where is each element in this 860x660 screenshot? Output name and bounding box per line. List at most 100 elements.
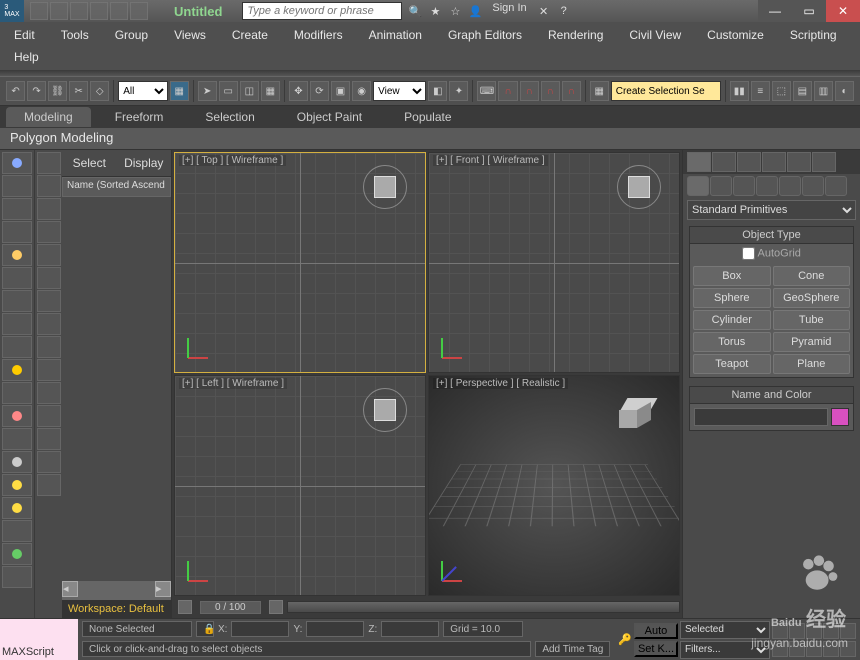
tool-grid[interactable] bbox=[2, 520, 32, 542]
move-button[interactable]: ✥ bbox=[289, 81, 308, 101]
tool-cone[interactable] bbox=[2, 451, 32, 473]
tool2-k[interactable] bbox=[37, 382, 61, 404]
keyboard-shortcut-button[interactable]: ⌨ bbox=[477, 81, 496, 101]
btn-teapot[interactable]: Teapot bbox=[693, 354, 771, 374]
scene-tab-select[interactable]: Select bbox=[62, 150, 117, 176]
viewport-perspective[interactable]: [+] [ Perspective ] [ Realistic ] bbox=[428, 375, 680, 596]
menu-edit[interactable]: Edit bbox=[8, 24, 41, 46]
sub-cameras[interactable] bbox=[756, 176, 778, 196]
tool-light[interactable] bbox=[2, 244, 32, 266]
workspace-label[interactable]: Workspace: Default bbox=[62, 599, 171, 618]
scene-list-header[interactable]: Name (Sorted Ascend bbox=[62, 177, 171, 197]
viewcube-left[interactable] bbox=[363, 388, 407, 432]
search-icon[interactable]: 🔍 bbox=[406, 2, 424, 20]
ref-coord-dropdown[interactable]: View bbox=[373, 81, 426, 101]
save-file-icon[interactable] bbox=[70, 2, 88, 20]
select-region-button[interactable]: ◫ bbox=[240, 81, 259, 101]
y-input[interactable] bbox=[306, 621, 364, 637]
bind-button[interactable]: ◇ bbox=[90, 81, 109, 101]
tool-material[interactable] bbox=[2, 221, 32, 243]
material-editor-button[interactable]: ◐ bbox=[835, 81, 854, 101]
cmd-motion-tab[interactable] bbox=[762, 152, 786, 172]
tool2-e[interactable] bbox=[37, 244, 61, 266]
tool-bone[interactable] bbox=[2, 290, 32, 312]
menu-help[interactable]: Help bbox=[8, 46, 45, 68]
tool-particles[interactable] bbox=[2, 336, 32, 358]
cmd-utilities-tab[interactable] bbox=[812, 152, 836, 172]
menu-scripting[interactable]: Scripting bbox=[784, 24, 843, 46]
btn-geosphere[interactable]: GeoSphere bbox=[773, 288, 851, 308]
undo-icon[interactable] bbox=[90, 2, 108, 20]
object-name-input[interactable] bbox=[694, 408, 828, 426]
cmd-create-tab[interactable] bbox=[687, 152, 711, 172]
tool2-d[interactable] bbox=[37, 221, 61, 243]
select-by-name-button[interactable]: ▭ bbox=[219, 81, 238, 101]
tool2-f[interactable] bbox=[37, 267, 61, 289]
ribbon-tab-selection[interactable]: Selection bbox=[187, 107, 272, 127]
tool2-g[interactable] bbox=[37, 290, 61, 312]
btn-sphere[interactable]: Sphere bbox=[693, 288, 771, 308]
help-search-input[interactable] bbox=[242, 2, 402, 20]
menu-tools[interactable]: Tools bbox=[55, 24, 95, 46]
minimize-button[interactable]: — bbox=[758, 0, 792, 22]
menu-modifiers[interactable]: Modifiers bbox=[288, 24, 349, 46]
percent-snap-button[interactable]: ∩ bbox=[541, 81, 560, 101]
ribbon-tab-modeling[interactable]: Modeling bbox=[6, 107, 91, 127]
tool2-o[interactable] bbox=[37, 474, 61, 496]
menu-create[interactable]: Create bbox=[226, 24, 274, 46]
close-button[interactable]: ✕ bbox=[826, 0, 860, 22]
time-tag-button[interactable]: Add Time Tag bbox=[535, 641, 610, 657]
tool2-n[interactable] bbox=[37, 451, 61, 473]
setkey-button[interactable]: Set K... bbox=[634, 641, 678, 657]
primitive-dropdown[interactable]: Standard Primitives bbox=[687, 200, 856, 220]
schematic-view-button[interactable]: ▥ bbox=[814, 81, 833, 101]
viewcube-front[interactable] bbox=[617, 165, 661, 209]
tool2-l[interactable] bbox=[37, 405, 61, 427]
menu-civil-view[interactable]: Civil View bbox=[623, 24, 687, 46]
btn-cone[interactable]: Cone bbox=[773, 266, 851, 286]
align-button[interactable]: ≡ bbox=[751, 81, 770, 101]
scroll-right[interactable]: ▸ bbox=[155, 581, 171, 597]
tool-brush[interactable] bbox=[2, 175, 32, 197]
tool2-a[interactable] bbox=[37, 152, 61, 174]
viewport-top-label[interactable]: [+] [ Top ] [ Wireframe ] bbox=[179, 155, 286, 166]
ribbon-tab-freeform[interactable]: Freeform bbox=[97, 107, 182, 127]
tool-layer[interactable] bbox=[2, 198, 32, 220]
key-icon[interactable]: 🔑 bbox=[618, 633, 632, 646]
object-type-header[interactable]: Object Type bbox=[690, 227, 853, 244]
tool-basket[interactable] bbox=[2, 543, 32, 565]
tool2-c[interactable] bbox=[37, 198, 61, 220]
help-icon[interactable]: ? bbox=[555, 2, 573, 20]
tool2-b[interactable] bbox=[37, 175, 61, 197]
tool2-m[interactable] bbox=[37, 428, 61, 450]
tool-omni[interactable] bbox=[2, 497, 32, 519]
timeline-track[interactable] bbox=[287, 601, 680, 613]
btn-box[interactable]: Box bbox=[693, 266, 771, 286]
timeline-next[interactable] bbox=[269, 600, 283, 614]
mirror-button[interactable]: ▮▮ bbox=[730, 81, 749, 101]
menu-animation[interactable]: Animation bbox=[363, 24, 428, 46]
menu-graph-editors[interactable]: Graph Editors bbox=[442, 24, 528, 46]
timeline[interactable]: 0 / 100 bbox=[174, 598, 680, 616]
unlink-button[interactable]: ✂ bbox=[69, 81, 88, 101]
tool-render[interactable] bbox=[2, 566, 32, 588]
tool-sun[interactable] bbox=[2, 474, 32, 496]
tool2-j[interactable] bbox=[37, 359, 61, 381]
cmd-display-tab[interactable] bbox=[787, 152, 811, 172]
tool-sphere[interactable] bbox=[2, 405, 32, 427]
viewport-front[interactable]: [+] [ Front ] [ Wireframe ] bbox=[428, 152, 680, 373]
scene-list[interactable] bbox=[62, 197, 171, 581]
ribbon-tab-populate[interactable]: Populate bbox=[386, 107, 469, 127]
window-crossing-button[interactable]: ▦ bbox=[261, 81, 280, 101]
timeline-prev[interactable] bbox=[178, 600, 192, 614]
redo-button[interactable]: ↷ bbox=[27, 81, 46, 101]
sub-shapes[interactable] bbox=[710, 176, 732, 196]
viewcube-top[interactable] bbox=[363, 165, 407, 209]
maximize-button[interactable]: ▭ bbox=[792, 0, 826, 22]
named-selection-button[interactable]: ▦ bbox=[590, 81, 609, 101]
snap-toggle-button[interactable]: ∩ bbox=[498, 81, 517, 101]
autogrid-checkbox[interactable] bbox=[742, 247, 755, 260]
cmd-modify-tab[interactable] bbox=[712, 152, 736, 172]
angle-snap-button[interactable]: ∩ bbox=[520, 81, 539, 101]
tool-select[interactable] bbox=[2, 152, 32, 174]
